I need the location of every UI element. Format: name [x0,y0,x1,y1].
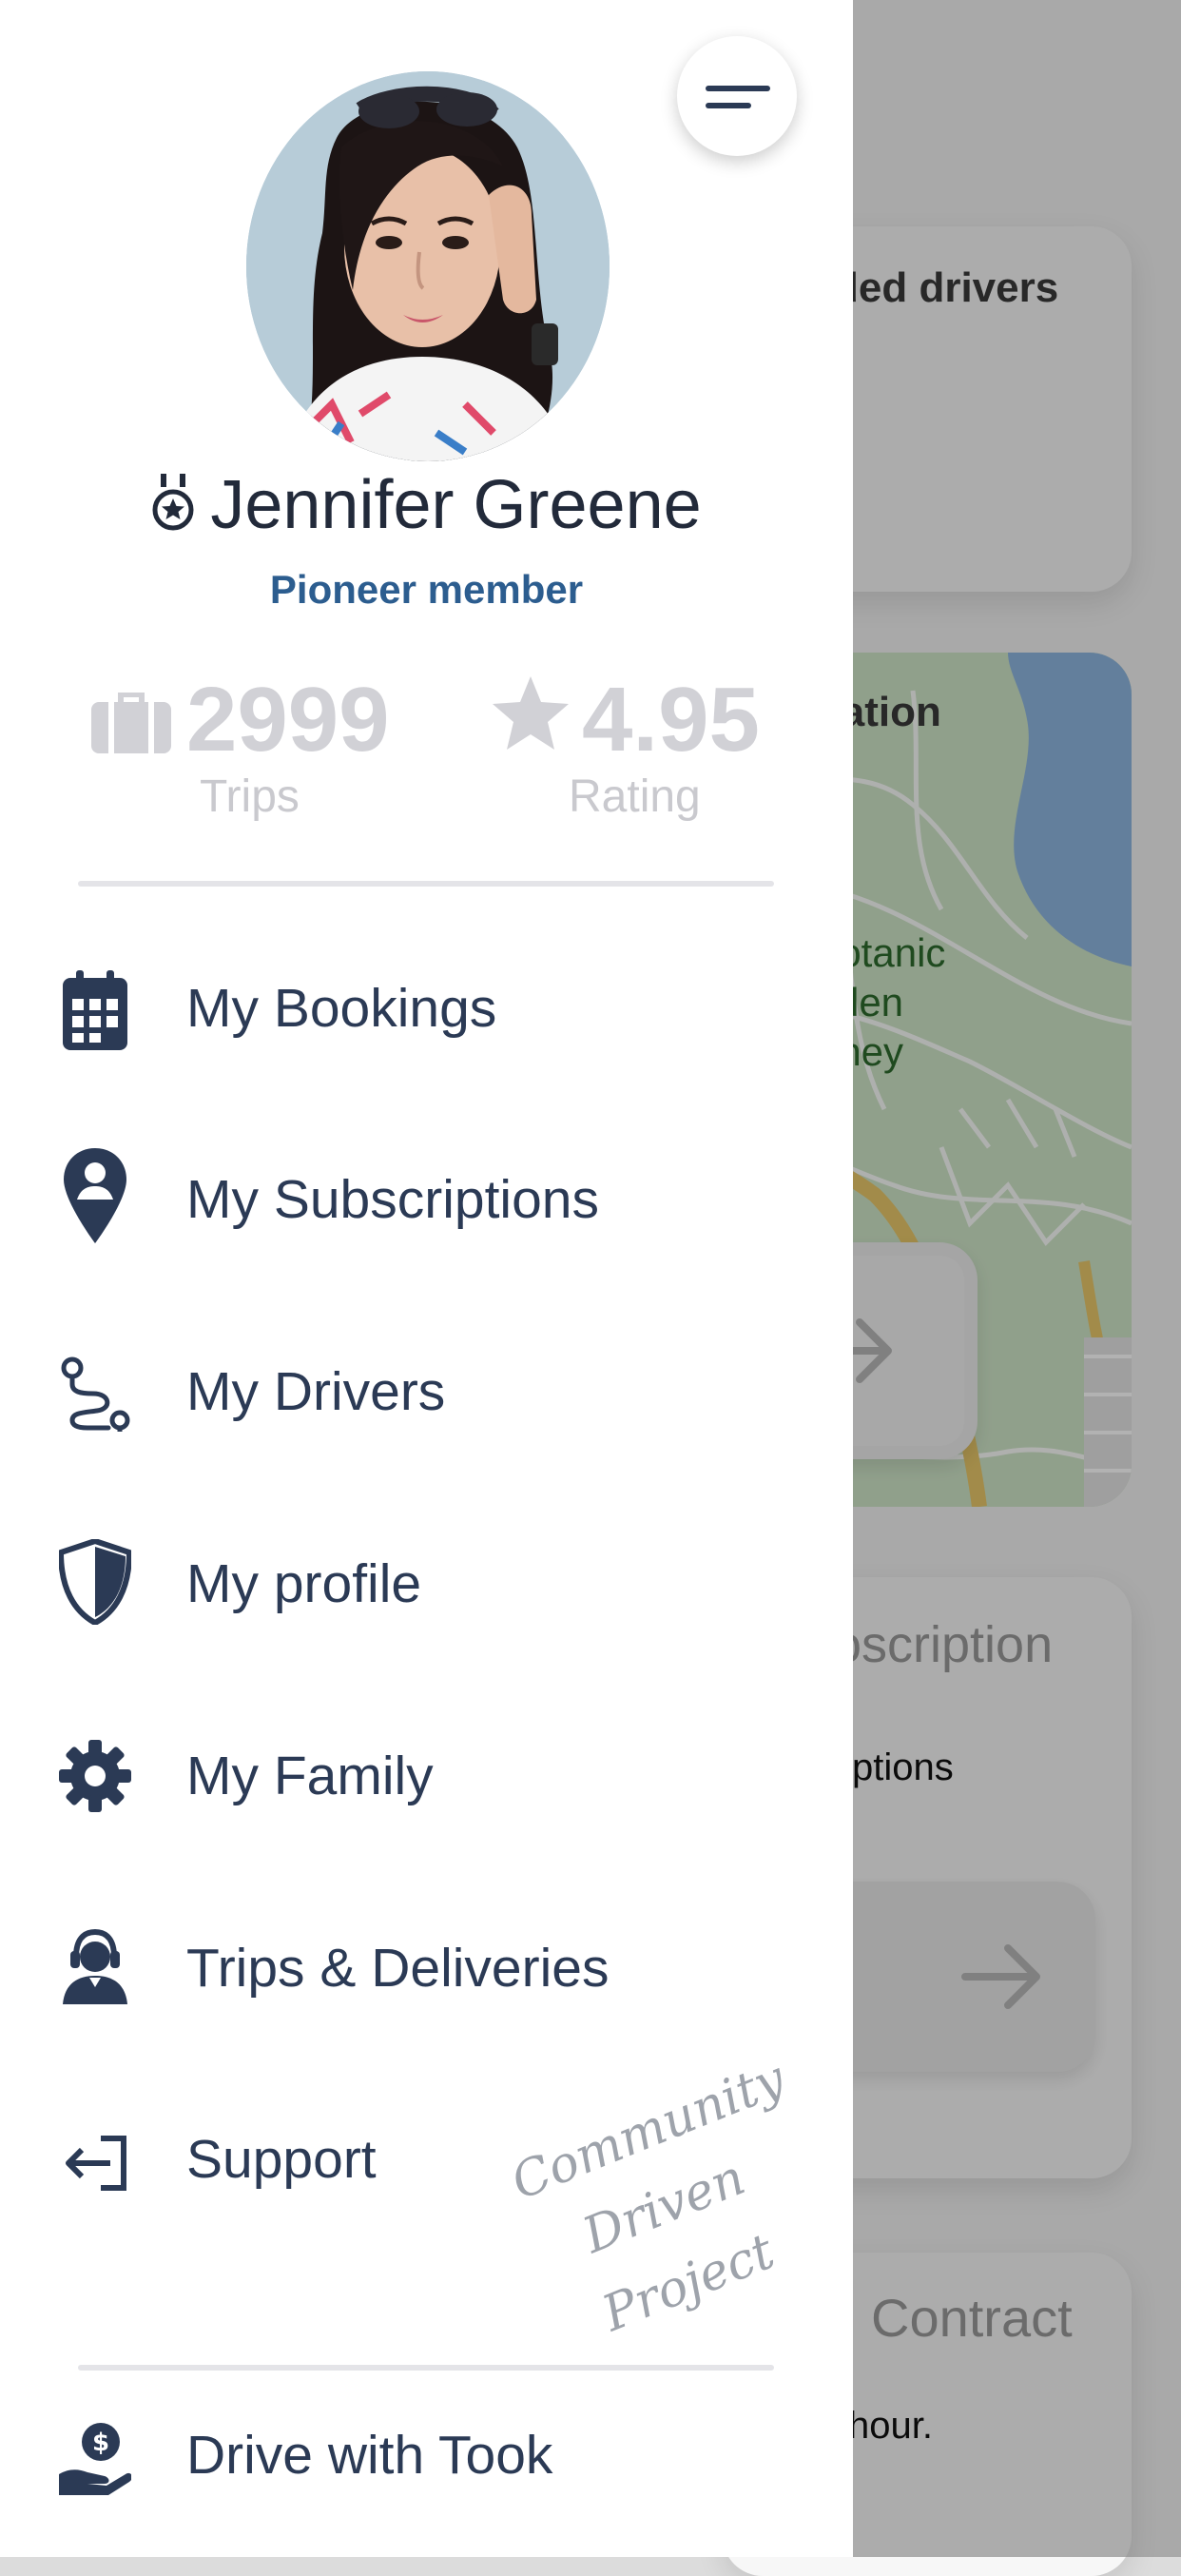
menu-item-label: My Family [186,1746,434,1806]
route-icon [55,1351,135,1436]
gear-icon [55,1733,135,1819]
menu-item-trips-deliveries[interactable]: Trips & Deliveries [0,1899,853,2041]
medal-icon [151,471,195,549]
headset-agent-icon [55,1923,135,2009]
user-name-text: Jennifer Greene [210,467,702,543]
user-name: Jennifer Greene [0,466,853,549]
menu-line [706,86,770,91]
menu-item-my-profile[interactable]: My profile [0,1514,853,1657]
rating-label: Rating [569,771,701,822]
menu-item-my-drivers[interactable]: My Drivers [0,1322,853,1465]
menu-toggle-button[interactable] [677,36,797,156]
trips-label: Trips [200,771,300,822]
trips-count: 2999 [186,669,390,771]
hand-dollar-icon: $ [55,2416,135,2502]
menu-item-drive-with-took[interactable]: $ Drive with Took [0,2388,853,2530]
menu-item-label: My Subscriptions [186,1169,599,1230]
menu-line [706,103,751,108]
menu-item-label: Support [186,2129,377,2190]
menu-item-my-family[interactable]: My Family [0,1707,853,1849]
map-pin-user-icon [55,1148,135,1243]
community-watermark: Community Driven Project [494,2050,808,2350]
sign-out-icon [55,2120,135,2206]
menu-item-label: My Drivers [186,1361,446,1422]
menu-item-label: My Bookings [186,978,497,1039]
rating-value: 4.95 [582,669,760,771]
avatar[interactable] [246,71,610,461]
star-icon [493,676,569,750]
navigation-drawer: Jennifer Greene Pioneer member 2999 Trip… [0,0,853,2557]
calendar-icon [55,967,135,1053]
avatar-photo [246,71,610,461]
shield-icon [55,1539,135,1625]
menu-item-label: Trips & Deliveries [186,1938,610,1999]
divider [78,881,774,887]
briefcase-icon [91,693,171,753]
menu-item-my-subscriptions[interactable]: My Subscriptions [0,1130,853,1273]
menu-item-label: My profile [186,1553,422,1614]
svg-text:$: $ [92,2429,109,2457]
menu-item-label: Drive with Took [186,2425,553,2486]
menu-item-my-bookings[interactable]: My Bookings [0,939,853,1082]
divider [78,2365,774,2371]
member-tier-badge: Pioneer member [269,567,584,612]
